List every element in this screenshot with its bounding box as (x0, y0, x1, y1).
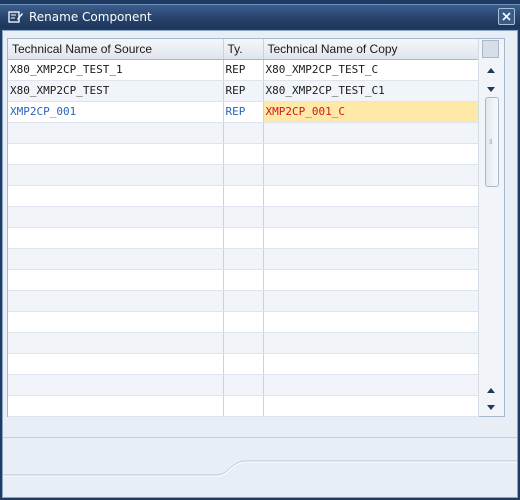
dialog-content: Technical Name of Source Ty. Technical N… (2, 30, 518, 498)
empty-cell[interactable] (223, 185, 264, 207)
empty-table-row[interactable] (8, 122, 479, 144)
type-cell[interactable]: REP (223, 80, 264, 102)
empty-table-row[interactable] (8, 206, 479, 228)
column-header-type[interactable]: Ty. (223, 39, 264, 60)
dialog-title: Rename Component (29, 9, 152, 24)
empty-cell[interactable] (223, 311, 264, 333)
source-name-cell[interactable]: XMP2CP_001 (8, 101, 224, 123)
component-grid: Technical Name of Source Ty. Technical N… (8, 39, 479, 417)
empty-cell[interactable] (223, 395, 264, 417)
component-table: Technical Name of Source Ty. Technical N… (7, 38, 505, 417)
empty-cell[interactable] (8, 395, 224, 417)
empty-cell[interactable] (8, 332, 224, 354)
empty-table-row[interactable] (8, 290, 479, 312)
scrollbar-header-block (482, 40, 499, 58)
empty-cell[interactable] (223, 227, 264, 249)
arrow-up-icon (487, 68, 495, 73)
title-bar[interactable]: Rename Component (0, 4, 520, 28)
source-name-cell[interactable]: X80_XMP2CP_TEST_1 (8, 59, 224, 81)
close-button[interactable] (498, 8, 515, 25)
empty-table-row[interactable] (8, 227, 479, 249)
grip-icon: ⁞⁞ (489, 138, 493, 146)
empty-table-row[interactable] (8, 248, 479, 270)
arrow-down-icon (487, 87, 495, 92)
empty-table-row[interactable] (8, 143, 479, 165)
scrollbar-thumb[interactable]: ⁞⁞ (485, 97, 499, 187)
scroll-up-button-bottom[interactable] (483, 383, 499, 397)
empty-cell[interactable] (263, 290, 479, 312)
empty-cell[interactable] (223, 269, 264, 291)
empty-cell[interactable] (263, 311, 479, 333)
empty-cell[interactable] (8, 227, 224, 249)
copy-name-cell[interactable]: X80_XMP2CP_TEST_C (263, 59, 479, 81)
empty-table-row[interactable] (8, 269, 479, 291)
empty-table-row[interactable] (8, 164, 479, 186)
empty-table-row[interactable] (8, 311, 479, 333)
empty-cell[interactable] (223, 143, 264, 165)
empty-cell[interactable] (263, 269, 479, 291)
empty-cell[interactable] (223, 374, 264, 396)
copy-name-cell[interactable]: X80_XMP2CP_TEST_C1 (263, 80, 479, 102)
empty-cell[interactable] (263, 143, 479, 165)
empty-cell[interactable] (8, 206, 224, 228)
column-header-copy[interactable]: Technical Name of Copy (263, 39, 479, 60)
empty-cell[interactable] (263, 248, 479, 270)
empty-cell[interactable] (8, 122, 224, 144)
empty-cell[interactable] (263, 206, 479, 228)
table-row[interactable]: X80_XMP2CP_TEST REP X80_XMP2CP_TEST_C1 (8, 80, 479, 102)
footer-decoration (3, 460, 517, 477)
scroll-down-button-top[interactable] (483, 83, 499, 97)
empty-cell[interactable] (263, 395, 479, 417)
vertical-scrollbar[interactable]: ⁞⁞ (478, 39, 504, 416)
empty-table-row[interactable] (8, 353, 479, 375)
empty-cell[interactable] (263, 227, 479, 249)
empty-cell[interactable] (263, 332, 479, 354)
rename-icon (8, 10, 24, 24)
empty-table-row[interactable] (8, 374, 479, 396)
empty-table-row[interactable] (8, 185, 479, 207)
empty-cell[interactable] (223, 206, 264, 228)
close-icon (502, 12, 511, 21)
empty-cell[interactable] (263, 353, 479, 375)
scroll-up-button[interactable] (483, 63, 499, 77)
table-row[interactable]: X80_XMP2CP_TEST_1 REP X80_XMP2CP_TEST_C (8, 59, 479, 81)
type-cell[interactable]: REP (223, 59, 264, 81)
copy-name-input[interactable]: XMP2CP_001_C (263, 101, 479, 123)
empty-cell[interactable] (8, 248, 224, 270)
scroll-down-button[interactable] (483, 401, 499, 415)
type-cell[interactable]: REP (223, 101, 264, 123)
empty-cell[interactable] (8, 353, 224, 375)
empty-cell[interactable] (263, 185, 479, 207)
source-name-cell[interactable]: X80_XMP2CP_TEST (8, 80, 224, 102)
empty-cell[interactable] (223, 122, 264, 144)
empty-cell[interactable] (8, 290, 224, 312)
empty-cell[interactable] (263, 164, 479, 186)
empty-cell[interactable] (223, 332, 264, 354)
empty-cell[interactable] (223, 248, 264, 270)
empty-cell[interactable] (8, 143, 224, 165)
empty-cell[interactable] (223, 353, 264, 375)
empty-cell[interactable] (8, 374, 224, 396)
empty-cell[interactable] (8, 311, 224, 333)
empty-cell[interactable] (223, 164, 264, 186)
arrow-down-icon (487, 405, 495, 410)
empty-cell[interactable] (8, 185, 224, 207)
empty-cell[interactable] (8, 164, 224, 186)
empty-cell[interactable] (223, 290, 264, 312)
rename-component-dialog: Rename Component Technical Name of Sourc… (0, 0, 520, 500)
empty-cell[interactable] (263, 374, 479, 396)
table-header-row: Technical Name of Source Ty. Technical N… (8, 39, 479, 60)
column-header-source[interactable]: Technical Name of Source (8, 39, 224, 60)
empty-table-row[interactable] (8, 332, 479, 354)
table-row-selected[interactable]: XMP2CP_001 REP XMP2CP_001_C (8, 101, 479, 123)
footer-divider (3, 437, 517, 438)
arrow-up-icon (487, 388, 495, 393)
empty-cell[interactable] (8, 269, 224, 291)
empty-cell[interactable] (263, 122, 479, 144)
empty-table-row[interactable] (8, 395, 479, 417)
